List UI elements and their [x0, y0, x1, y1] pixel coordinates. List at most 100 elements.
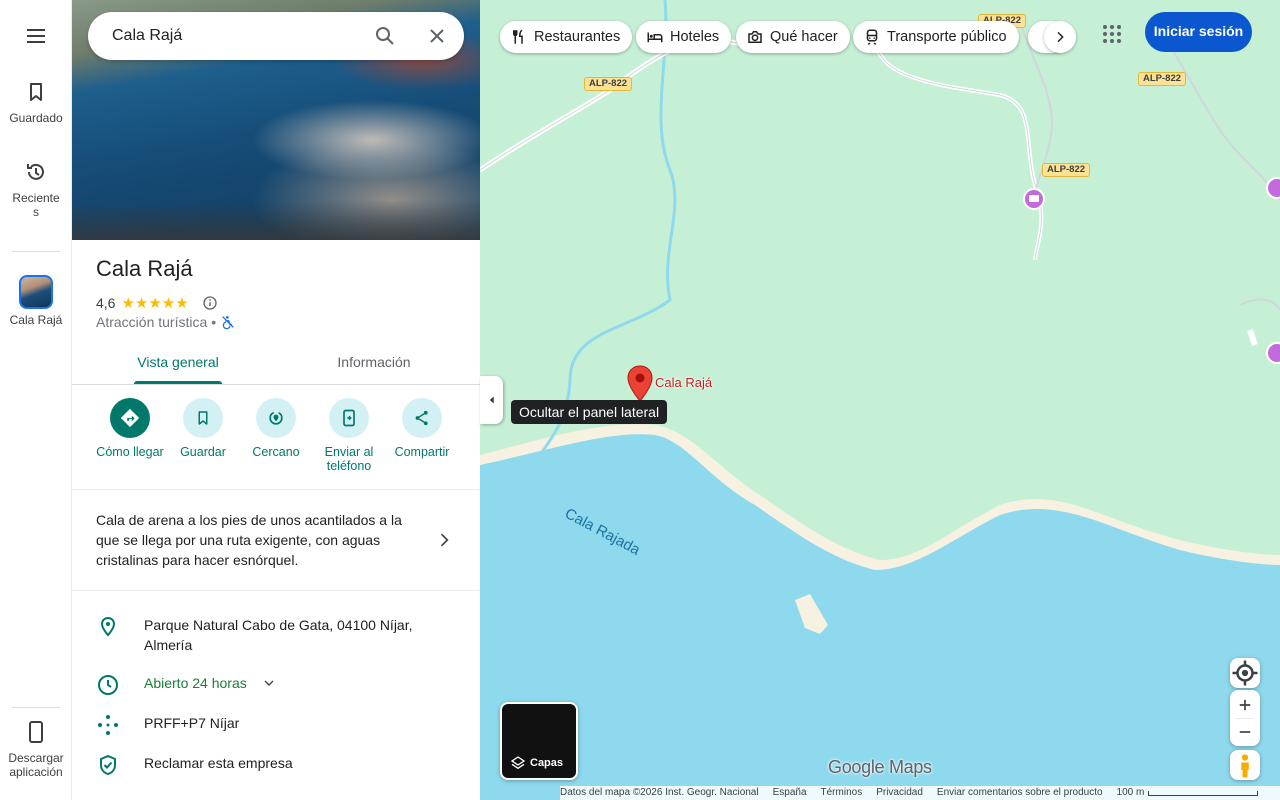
chip-things-to-do[interactable]: Qué hacer [736, 21, 850, 53]
country-link[interactable]: España [773, 786, 807, 800]
verified-shield-icon [100, 754, 116, 776]
chevron-down-icon[interactable] [261, 675, 277, 691]
feedback-link[interactable]: Enviar comentarios sobre el producto [937, 786, 1103, 800]
close-icon[interactable] [425, 24, 449, 48]
plus-code-icon [98, 715, 118, 735]
rating-row: 4,6 ★★★★★ [96, 294, 219, 312]
location-marker-icon[interactable] [626, 365, 654, 403]
my-location-button[interactable] [1230, 658, 1260, 688]
nearby-button[interactable]: Cercano [238, 398, 314, 459]
privacy-link[interactable]: Privacidad [876, 786, 923, 800]
address-text: Parque Natural Cabo de Gata, 04100 Níjar… [144, 617, 413, 653]
nearby-circle [256, 398, 296, 438]
bookmark-icon [198, 411, 208, 425]
map-footer: Datos del mapa ©2026 Inst. Geogr. Nacion… [560, 786, 1280, 800]
scale-label: 100 m [1116, 787, 1145, 798]
send-to-phone-button[interactable]: Enviar al teléfono [311, 398, 387, 473]
layers-label-row: Capas [510, 755, 563, 771]
rail-place-label: Cala Rajá [9, 313, 63, 327]
chip-transit[interactable]: Transporte público [853, 21, 1019, 53]
send-to-phone-label-1: Enviar al [324, 445, 374, 459]
zoom-in-icon[interactable] [1236, 696, 1254, 714]
tab-overview[interactable]: Vista general [134, 344, 222, 384]
info-icon[interactable] [201, 294, 219, 312]
action-buttons: Cómo llegar Guardar Cercano Enviar al te… [72, 398, 480, 488]
clock-icon [98, 675, 118, 695]
rail-divider-bottom [12, 707, 60, 708]
google-maps-logo: Google Maps [828, 757, 932, 777]
share-label: Compartir [394, 445, 450, 459]
search-input[interactable] [112, 12, 352, 60]
category-separator: • [211, 314, 217, 330]
place-description[interactable]: Cala de arena a los pies de unos acantil… [96, 510, 426, 570]
menu-icon[interactable] [24, 24, 48, 48]
apps-grid-icon[interactable] [1100, 22, 1124, 46]
collapse-tooltip: Ocultar el panel lateral [511, 400, 668, 424]
place-category[interactable]: Atracción turística [96, 314, 207, 330]
chevron-right-icon[interactable] [434, 530, 454, 550]
fork-knife-icon [513, 29, 523, 44]
rail-saved[interactable]: Guardado [0, 80, 72, 125]
terms-link[interactable]: Términos [821, 786, 863, 800]
pin-label[interactable]: Cala Rajá [655, 375, 712, 390]
location-pin-icon [100, 616, 116, 637]
chip-label: Transporte público [887, 29, 1007, 45]
save-button[interactable]: Guardar [165, 398, 241, 459]
rail-place-cala-raja[interactable]: Cala Rajá [0, 275, 72, 327]
layers-icon [510, 756, 526, 770]
layers-button[interactable]: Capas [500, 702, 578, 780]
save-label: Guardar [180, 445, 226, 459]
my-location-icon [1232, 660, 1258, 686]
zoom-out-icon[interactable] [1236, 723, 1254, 741]
map-data-credit[interactable]: Datos del mapa ©2026 Inst. Geogr. Nacion… [560, 786, 759, 800]
photo-shadow [72, 200, 480, 240]
send-to-phone-label-2: teléfono [326, 459, 372, 473]
save-circle [183, 398, 223, 438]
tab-about[interactable]: Información [320, 344, 428, 384]
share-icon [415, 410, 428, 426]
nearby-icon [269, 411, 283, 425]
phone-icon [29, 721, 43, 743]
send-to-phone-circle [329, 398, 369, 438]
share-circle [402, 398, 442, 438]
chip-restaurants[interactable]: Restaurantes [500, 21, 633, 53]
directions-label: Cómo llegar [96, 445, 164, 459]
search-box[interactable] [88, 12, 464, 60]
rail-download-label-2: aplicación [9, 765, 63, 779]
street-view-button[interactable] [1230, 750, 1260, 780]
bed-icon [647, 32, 663, 43]
bookmark-icon [30, 83, 42, 101]
collapse-panel-button[interactable] [480, 376, 503, 424]
not-wheelchair-accessible-icon [222, 316, 234, 330]
layers-label: Capas [530, 757, 564, 769]
zoom-divider [1236, 718, 1254, 719]
rating-value: 4,6 [96, 295, 116, 311]
camera-icon [748, 31, 762, 43]
signin-button[interactable]: Iniciar sesión [1145, 12, 1252, 52]
directions-button[interactable]: Cómo llegar [92, 398, 168, 459]
history-icon [27, 163, 44, 180]
rail-recent-label-1: Reciente [12, 191, 60, 205]
search-icon[interactable] [373, 24, 397, 48]
share-button[interactable]: Compartir [384, 398, 460, 459]
place-title: Cala Rajá [96, 256, 193, 281]
category-row: Atracción turística • [96, 314, 236, 330]
send-to-phone-icon [343, 409, 355, 427]
rail-download-app[interactable]: Descargar aplicación [0, 720, 72, 779]
place-tabs: Vista general Información [72, 344, 480, 385]
scale-bar[interactable]: 100 m [1117, 786, 1259, 800]
section-divider [72, 489, 480, 490]
chip-hotels[interactable]: Hoteles [636, 21, 732, 53]
caret-left-icon [489, 396, 494, 404]
zoom-controls [1230, 690, 1260, 746]
plus-code-text: PRFF+P7 Níjar [144, 715, 240, 731]
rail-download-label-1: Descargar [8, 751, 64, 765]
hours-text: Abierto 24 horas [144, 675, 247, 691]
road-badge: ALP-822 [1138, 72, 1187, 86]
left-rail: Guardado Reciente s Cala Rajá Descargar … [0, 0, 72, 800]
rail-recent[interactable]: Reciente s [0, 160, 72, 219]
rating-stars[interactable]: ★★★★★ [121, 294, 188, 312]
rail-recent-label-2: s [33, 205, 39, 219]
train-icon [866, 29, 878, 46]
chips-next-button[interactable] [1044, 21, 1076, 53]
